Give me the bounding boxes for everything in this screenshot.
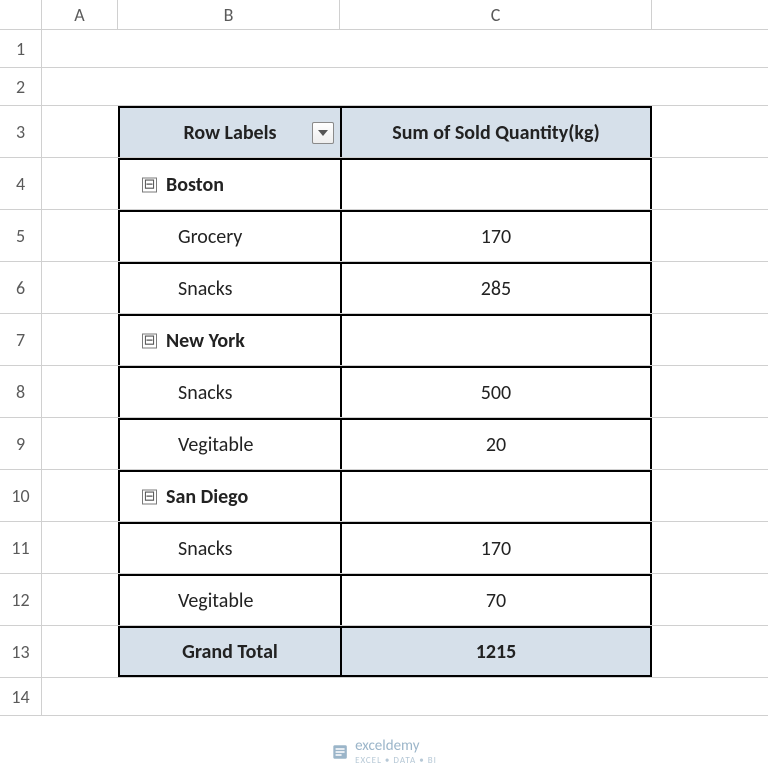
- row-header[interactable]: 12: [0, 574, 42, 625]
- pivot-group-value[interactable]: [340, 158, 652, 209]
- pivot-header-label: Sum of Sold Quantity(kg): [392, 121, 599, 145]
- watermark-tagline: EXCEL • DATA • BI: [355, 755, 437, 766]
- row-header[interactable]: 9: [0, 418, 42, 469]
- pivot-grand-total-label[interactable]: Grand Total: [118, 626, 340, 677]
- grid-row: 5 Grocery 170: [0, 210, 768, 262]
- cell[interactable]: [42, 158, 118, 209]
- row-header[interactable]: 6: [0, 262, 42, 313]
- row-header[interactable]: 11: [0, 522, 42, 573]
- pivot-group-label: Boston: [166, 173, 224, 197]
- pivot-item-value[interactable]: 70: [340, 574, 652, 625]
- grid-row: 14: [0, 678, 768, 716]
- pivot-item-label[interactable]: Snacks: [118, 522, 340, 573]
- grid-row: 3 Row Labels Sum of Sold Quantity(kg): [0, 106, 768, 158]
- column-header-c[interactable]: C: [340, 0, 652, 29]
- cell[interactable]: [42, 678, 118, 715]
- pivot-item-value[interactable]: 500: [340, 366, 652, 417]
- cell[interactable]: [42, 314, 118, 365]
- grid-row: 6 Snacks 285: [0, 262, 768, 314]
- column-header-a[interactable]: A: [42, 0, 118, 29]
- grid-row: 7 ⊟ New York: [0, 314, 768, 366]
- grid-row: 10 ⊟ San Diego: [0, 470, 768, 522]
- row-header[interactable]: 10: [0, 470, 42, 521]
- row-header[interactable]: 4: [0, 158, 42, 209]
- grid-row: 13 Grand Total 1215: [0, 626, 768, 678]
- pivot-item-value[interactable]: 170: [340, 210, 652, 261]
- row-header[interactable]: 13: [0, 626, 42, 677]
- spreadsheet: A B C 1 2 3 Row Labels: [0, 0, 768, 784]
- cell[interactable]: [42, 470, 118, 521]
- cell[interactable]: [42, 68, 118, 105]
- watermark: exceldemy EXCEL • DATA • BI: [331, 737, 437, 766]
- grid-row: 11 Snacks 170: [0, 522, 768, 574]
- cell[interactable]: [42, 574, 118, 625]
- pivot-header-row-labels[interactable]: Row Labels: [118, 106, 340, 157]
- watermark-text: exceldemy EXCEL • DATA • BI: [355, 737, 437, 766]
- pivot-grand-total-value[interactable]: 1215: [340, 626, 652, 677]
- cell[interactable]: [340, 68, 652, 105]
- pivot-item-label[interactable]: Vegitable: [118, 418, 340, 469]
- cell[interactable]: [42, 366, 118, 417]
- filter-dropdown-button[interactable]: [312, 122, 334, 144]
- cell[interactable]: [42, 106, 118, 157]
- pivot-group-label: San Diego: [166, 485, 248, 509]
- pivot-group-value[interactable]: [340, 314, 652, 365]
- pivot-item-label[interactable]: Grocery: [118, 210, 340, 261]
- pivot-item-value[interactable]: 20: [340, 418, 652, 469]
- cell[interactable]: [42, 522, 118, 573]
- grid-body: 1 2 3 Row Labels Sum of Sold Quantity(kg…: [0, 30, 768, 716]
- pivot-item-value[interactable]: 170: [340, 522, 652, 573]
- row-header[interactable]: 1: [0, 30, 42, 67]
- grid-row: 9 Vegitable 20: [0, 418, 768, 470]
- collapse-icon[interactable]: ⊟: [142, 333, 157, 348]
- row-header[interactable]: 14: [0, 678, 42, 715]
- select-all-corner[interactable]: [0, 0, 42, 29]
- collapse-icon[interactable]: ⊟: [142, 177, 157, 192]
- pivot-header-values[interactable]: Sum of Sold Quantity(kg): [340, 106, 652, 157]
- pivot-group-value[interactable]: [340, 470, 652, 521]
- column-header-row: A B C: [0, 0, 768, 30]
- cell[interactable]: [42, 262, 118, 313]
- cell[interactable]: [42, 418, 118, 469]
- pivot-item-label[interactable]: Vegitable: [118, 574, 340, 625]
- cell[interactable]: [42, 30, 118, 67]
- cell[interactable]: [340, 678, 652, 715]
- column-header-b[interactable]: B: [118, 0, 340, 29]
- row-header[interactable]: 5: [0, 210, 42, 261]
- cell[interactable]: [42, 210, 118, 261]
- chevron-down-icon: [318, 130, 328, 136]
- row-header[interactable]: 8: [0, 366, 42, 417]
- grid-row: 8 Snacks 500: [0, 366, 768, 418]
- grid-row: 2: [0, 68, 768, 106]
- collapse-icon[interactable]: ⊟: [142, 489, 157, 504]
- cell[interactable]: [118, 30, 340, 67]
- logo-icon: [331, 743, 349, 761]
- grid-row: 1: [0, 30, 768, 68]
- row-header[interactable]: 2: [0, 68, 42, 105]
- grid-row: 4 ⊟ Boston: [0, 158, 768, 210]
- pivot-group[interactable]: ⊟ San Diego: [118, 470, 340, 521]
- pivot-item-value[interactable]: 285: [340, 262, 652, 313]
- pivot-item-label[interactable]: Snacks: [118, 366, 340, 417]
- row-header[interactable]: 3: [0, 106, 42, 157]
- cell[interactable]: [118, 68, 340, 105]
- row-header[interactable]: 7: [0, 314, 42, 365]
- pivot-group[interactable]: ⊟ Boston: [118, 158, 340, 209]
- cell[interactable]: [118, 678, 340, 715]
- pivot-item-label[interactable]: Snacks: [118, 262, 340, 313]
- grid-row: 12 Vegitable 70: [0, 574, 768, 626]
- cell[interactable]: [42, 626, 118, 677]
- pivot-header-label: Row Labels: [183, 121, 276, 145]
- cell[interactable]: [340, 30, 652, 67]
- watermark-brand: exceldemy: [355, 737, 437, 755]
- pivot-group[interactable]: ⊟ New York: [118, 314, 340, 365]
- pivot-group-label: New York: [166, 329, 245, 353]
